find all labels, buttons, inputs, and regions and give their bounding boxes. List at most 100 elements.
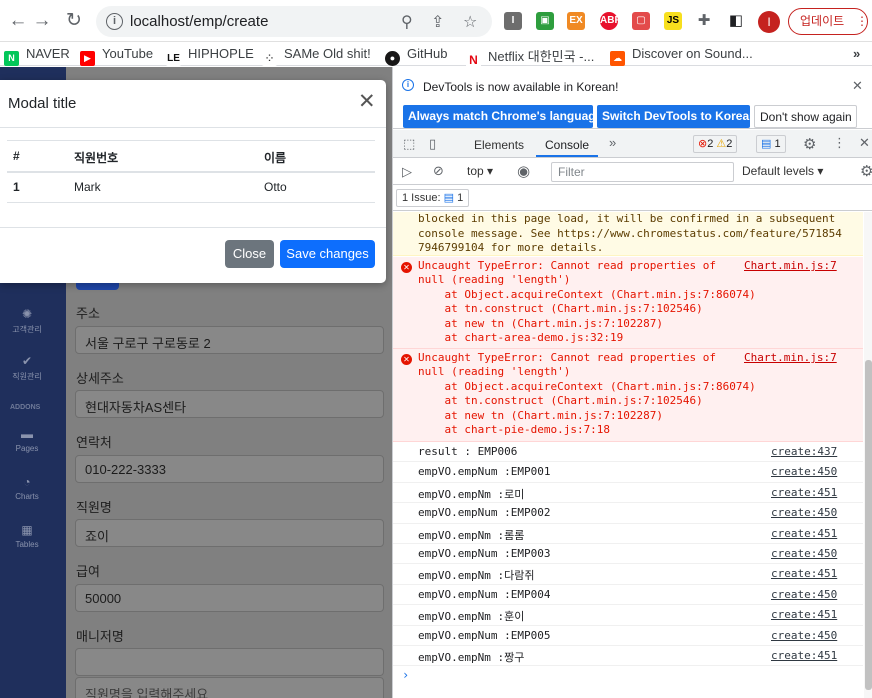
stack-frame[interactable]: at tn.construct (Chart.min.js:7:102546) [418,302,702,317]
stack-frame[interactable]: at chart-area-demo.js:32:19 [418,331,623,346]
context-select[interactable]: top ▾ [467,164,493,178]
warning-count: 2 [726,138,733,150]
log-source-link[interactable]: create:451 [771,649,837,662]
extension-monitor-icon[interactable]: ▣ [536,12,554,30]
sidebar-toggle-icon[interactable]: ▷ [402,164,412,180]
extension-i-icon[interactable]: I [504,12,522,30]
share-icon[interactable]: ⇪ [431,12,444,32]
sidebar-item-employees[interactable]: ✔ 직원관리 [0,354,54,382]
stack-frame[interactable]: at tn.construct (Chart.min.js:7:102546) [418,394,702,409]
log-source-link[interactable]: create:451 [771,486,837,499]
log-source-link[interactable]: create:451 [771,567,837,580]
console-filter-input[interactable]: Filter [551,162,734,182]
log-message: empVO.empNm :로미 [418,487,525,501]
bookmark-same-old[interactable]: ⁘ SAMe Old shit! [262,46,371,66]
scrollbar-thumb[interactable] [865,360,872,690]
reload-icon[interactable]: ↻ [62,9,86,33]
close-devtools-icon[interactable]: ✕ [859,135,870,151]
log-source-link[interactable]: create:450 [771,588,837,601]
bookmarks-overflow-icon[interactable]: » [853,46,860,61]
log-source-link[interactable]: create:450 [771,629,837,642]
update-button[interactable]: 업데이트 ⋮ [788,8,868,35]
stack-frame[interactable]: at Object.acquireContext (Chart.min.js:7… [418,380,755,395]
table-cell-name: Otto [264,180,287,194]
sidebar-item-charts[interactable]: ◔ Charts [0,475,54,501]
dont-show-again-button[interactable]: Don't show again [754,105,857,128]
log-source-link[interactable]: create:451 [771,527,837,540]
console-log-row: empVO.empNm :훈이 create:451 [393,605,863,626]
console-settings-gear-icon[interactable]: ⚙ [860,162,872,180]
issues-link[interactable]: 1 Issue: ▤ 1 [396,189,470,207]
bookmark-netflix[interactable]: N Netflix 대한민국 -... [466,46,594,68]
tab-elements[interactable]: Elements [474,138,524,152]
modal-header-divider [0,127,386,128]
log-source-link[interactable]: create:450 [771,506,837,519]
error-source-link[interactable]: Chart.min.js:7 [744,259,837,274]
log-levels-dropdown[interactable]: Default levels ▾ [742,164,823,178]
side-panel-icon[interactable]: ◧ [727,12,745,30]
bookmark-github[interactable]: ● GitHub [385,46,447,66]
close-button[interactable]: Close [225,240,274,268]
bookmark-hiphople[interactable]: LE HIPHOPLE [166,46,254,66]
extension-js-icon[interactable]: JS [664,12,682,30]
profile-avatar[interactable]: I [758,11,780,33]
device-toolbar-icon[interactable]: ▯ [429,136,436,152]
name-placeholder-input[interactable]: 직원명을 입력해주세요 [75,677,384,698]
sidebar-item-tables[interactable]: ▦ Tables [0,523,54,549]
adblock-icon[interactable]: ABP [600,12,621,30]
address-input[interactable]: 서울 구로구 구로동로 2 [75,326,384,354]
inspect-element-icon[interactable]: ⬚ [403,136,415,152]
close-icon[interactable]: ✕ [358,90,376,114]
devtools-menu-icon[interactable]: ⋮ [833,135,846,151]
extension-ex-icon[interactable]: EX [567,12,585,30]
address-bar[interactable]: i localhost/emp/create ⚲ ⇪ ☆ [96,6,492,37]
settings-gear-icon[interactable]: ⚙ [803,135,816,153]
sidebar-item-pages[interactable]: ▬ Pages [0,427,54,453]
stack-frame[interactable]: at Object.acquireContext (Chart.min.js:7… [418,288,755,303]
extension-chat-icon[interactable]: ▢ [632,12,650,30]
log-source-link[interactable]: create:437 [771,445,837,458]
console-scrollbar[interactable] [864,212,872,698]
console-log-row: empVO.empNum :EMP005 create:450 [393,626,863,646]
site-info-icon[interactable]: i [106,13,123,30]
browser-toolbar: ← → ↻ i localhost/emp/create ⚲ ⇪ ☆ I ▣ E… [0,0,872,42]
tab-console[interactable]: Console [545,138,589,152]
devtools-language-infobar: i DevTools is now available in Korean! ✕… [393,67,872,129]
save-changes-button[interactable]: Save changes [280,240,375,268]
detail-address-input[interactable]: 현대자동차AS센타 [75,390,384,418]
manager-name-input[interactable] [75,648,384,676]
console-prompt-chevron-icon[interactable]: › [402,668,409,682]
salary-input[interactable]: 50000 [75,584,384,612]
log-source-link[interactable]: create:450 [771,547,837,560]
active-tab-indicator [536,155,598,157]
bookmark-star-icon[interactable]: ☆ [463,12,477,32]
switch-to-korean-button[interactable]: Switch DevTools to Korean [597,105,756,128]
phone-input[interactable]: 010-222-3333 [75,455,384,483]
clear-console-icon[interactable]: ⊘ [433,163,444,179]
live-expression-eye-icon[interactable]: ◉ [517,162,530,180]
extensions-puzzle-icon[interactable]: ✚ [695,12,713,30]
issues-counter[interactable]: ⊗2 ⚠2 [693,135,738,153]
sidebar-item-customers[interactable]: ✺ 고객관리 [0,307,54,335]
stack-frame[interactable]: at new tn (Chart.min.js:7:102287) [418,317,663,332]
bookmark-youtube[interactable]: ▶ YouTube [80,46,153,66]
phone-label: 연락처 [76,435,112,450]
log-source-link[interactable]: create:450 [771,465,837,478]
url-text[interactable]: localhost/emp/create [130,13,268,30]
stack-frame[interactable]: at chart-pie-demo.js:7:18 [418,423,610,438]
error-source-link[interactable]: Chart.min.js:7 [744,351,837,366]
log-source-link[interactable]: create:451 [771,608,837,621]
bookmark-soundcloud[interactable]: ☁ Discover on Sound... [610,46,753,66]
always-match-language-button[interactable]: Always match Chrome's language [403,105,602,128]
employee-name-input[interactable]: 죠이 [75,519,384,547]
zoom-search-icon[interactable]: ⚲ [401,12,413,32]
more-tabs-icon[interactable]: » [609,135,616,150]
bookmark-label: YouTube [102,46,154,61]
messages-counter[interactable]: ▤ 1 [756,135,786,153]
back-arrow-icon[interactable]: ← [6,9,30,33]
warning-line: 7946799104 for more details. [418,241,604,254]
stack-frame[interactable]: at new tn (Chart.min.js:7:102287) [418,409,663,424]
close-icon[interactable]: ✕ [852,78,863,94]
forward-arrow-icon[interactable]: → [30,9,54,33]
bookmark-naver[interactable]: N NAVER [4,46,70,66]
